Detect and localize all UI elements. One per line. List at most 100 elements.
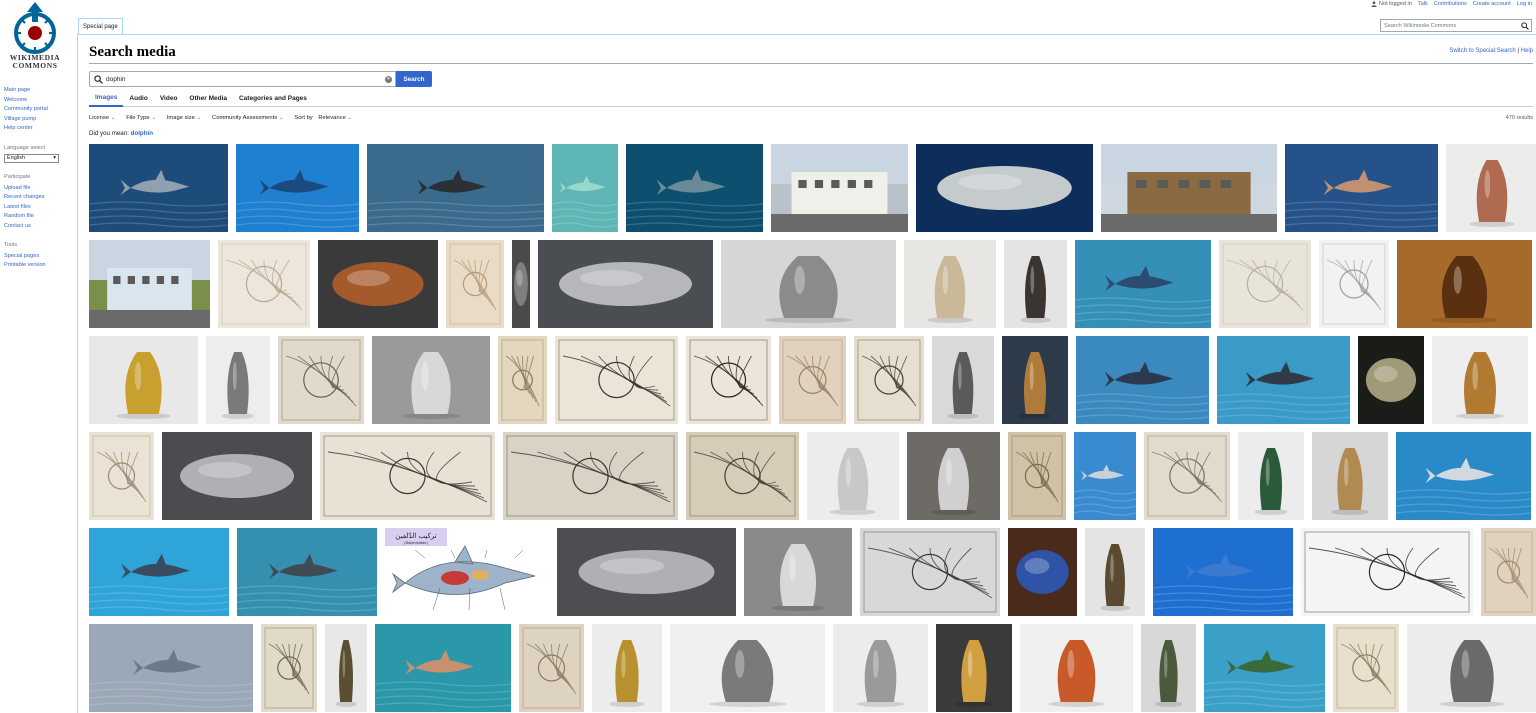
image-thumbnail[interactable]: [1219, 240, 1311, 328]
clear-icon[interactable]: ✕: [385, 76, 392, 83]
help-link[interactable]: Help: [1521, 48, 1533, 54]
image-thumbnail[interactable]: [375, 624, 511, 712]
image-thumbnail[interactable]: [779, 336, 846, 424]
image-thumbnail[interactable]: [519, 624, 584, 712]
image-thumbnail[interactable]: [552, 144, 618, 232]
did-you-mean-suggestion[interactable]: dolphin: [131, 130, 153, 137]
top-search-input[interactable]: Search Wikimedia Commons: [1380, 19, 1532, 32]
sidebar-item-latest-files[interactable]: Latest files: [4, 203, 74, 213]
create-account-link[interactable]: Create account: [1473, 1, 1511, 7]
image-thumbnail[interactable]: [503, 432, 678, 520]
tab-images[interactable]: Images: [89, 90, 124, 107]
sidebar-item-village-pump[interactable]: Village pump: [4, 115, 74, 125]
image-thumbnail[interactable]: [1144, 432, 1230, 520]
sidebar-item-printable-version[interactable]: Printable version: [4, 261, 74, 271]
image-thumbnail[interactable]: [1481, 528, 1536, 616]
search-icon[interactable]: [1521, 22, 1529, 30]
image-thumbnail[interactable]: [833, 624, 928, 712]
image-thumbnail[interactable]: [236, 144, 359, 232]
image-thumbnail[interactable]: [89, 528, 229, 616]
sidebar-item-help-center[interactable]: Help center: [4, 124, 74, 134]
tab-categories-and-pages[interactable]: Categories and Pages: [233, 90, 313, 107]
image-thumbnail[interactable]: [1074, 432, 1136, 520]
tab-video[interactable]: Video: [154, 90, 184, 107]
tab-special-page[interactable]: Special page: [78, 18, 123, 35]
image-thumbnail[interactable]: [1153, 528, 1293, 616]
image-thumbnail[interactable]: [686, 432, 799, 520]
image-thumbnail[interactable]: [936, 624, 1012, 712]
image-thumbnail[interactable]: تركيب الدّلفين (Dolphinidae): [385, 528, 549, 616]
image-thumbnail[interactable]: [807, 432, 899, 520]
image-thumbnail[interactable]: [1217, 336, 1350, 424]
image-thumbnail[interactable]: [1432, 336, 1528, 424]
image-thumbnail[interactable]: [89, 240, 210, 328]
image-thumbnail[interactable]: [1141, 624, 1196, 712]
tab-audio[interactable]: Audio: [123, 90, 153, 107]
sidebar-item-special-pages[interactable]: Special pages: [4, 252, 74, 262]
image-thumbnail[interactable]: [1238, 432, 1304, 520]
image-thumbnail[interactable]: [592, 624, 662, 712]
image-thumbnail[interactable]: [1285, 144, 1438, 232]
image-size-filter[interactable]: Image size ⌄: [167, 115, 201, 121]
image-thumbnail[interactable]: [721, 240, 896, 328]
image-thumbnail[interactable]: [320, 432, 495, 520]
language-select[interactable]: English ▾: [4, 154, 59, 163]
image-thumbnail[interactable]: [1312, 432, 1388, 520]
license-filter[interactable]: License ⌄: [89, 115, 115, 121]
image-thumbnail[interactable]: [512, 240, 530, 328]
image-thumbnail[interactable]: [538, 240, 713, 328]
image-thumbnail[interactable]: [860, 528, 1000, 616]
image-thumbnail[interactable]: [278, 336, 364, 424]
image-thumbnail[interactable]: [1301, 528, 1473, 616]
image-thumbnail[interactable]: [1333, 624, 1399, 712]
contributions-link[interactable]: Contributions: [1434, 1, 1467, 7]
sidebar-item-welcome[interactable]: Welcome: [4, 96, 74, 106]
image-thumbnail[interactable]: [557, 528, 736, 616]
image-thumbnail[interactable]: [89, 432, 154, 520]
image-thumbnail[interactable]: [854, 336, 924, 424]
image-thumbnail[interactable]: [1396, 432, 1531, 520]
image-thumbnail[interactable]: [498, 336, 547, 424]
search-button[interactable]: Search: [396, 71, 432, 87]
image-thumbnail[interactable]: [932, 336, 994, 424]
image-thumbnail[interactable]: [1020, 624, 1133, 712]
site-logo[interactable]: WIKIMEDIA COMMONS: [6, 0, 64, 78]
image-thumbnail[interactable]: [89, 336, 198, 424]
image-thumbnail[interactable]: [1101, 144, 1277, 232]
image-thumbnail[interactable]: [1204, 624, 1325, 712]
sidebar-item-main-page[interactable]: Main page: [4, 86, 74, 96]
image-thumbnail[interactable]: [916, 144, 1093, 232]
image-thumbnail[interactable]: [744, 528, 852, 616]
image-thumbnail[interactable]: [686, 336, 771, 424]
community-assessments-filter[interactable]: Community Assessments ⌄: [212, 115, 283, 121]
image-thumbnail[interactable]: [1076, 336, 1209, 424]
image-thumbnail[interactable]: [318, 240, 438, 328]
image-thumbnail[interactable]: [670, 624, 825, 712]
media-search-input[interactable]: dophin ✕: [89, 71, 396, 87]
talk-link[interactable]: Talk: [1418, 1, 1428, 7]
image-thumbnail[interactable]: [89, 624, 253, 712]
image-thumbnail[interactable]: [1358, 336, 1424, 424]
sort-dropdown[interactable]: Sort by Relevance ⌄: [294, 115, 352, 121]
image-thumbnail[interactable]: [771, 144, 908, 232]
image-thumbnail[interactable]: [446, 240, 504, 328]
sidebar-item-contact-us[interactable]: Contact us: [4, 222, 74, 232]
sidebar-item-community-portal[interactable]: Community portal: [4, 105, 74, 115]
sidebar-item-recent-changes[interactable]: Recent changes: [4, 193, 74, 203]
image-thumbnail[interactable]: [1085, 528, 1145, 616]
tab-other-media[interactable]: Other Media: [183, 90, 233, 107]
file-type-filter[interactable]: File Type ⌄: [126, 115, 156, 121]
image-thumbnail[interactable]: [1075, 240, 1211, 328]
image-thumbnail[interactable]: [626, 144, 763, 232]
image-thumbnail[interactable]: [372, 336, 490, 424]
image-thumbnail[interactable]: [1004, 240, 1067, 328]
image-thumbnail[interactable]: [1319, 240, 1389, 328]
sidebar-item-random-file[interactable]: Random file: [4, 212, 74, 222]
image-thumbnail[interactable]: [1008, 528, 1077, 616]
image-thumbnail[interactable]: [237, 528, 377, 616]
image-thumbnail[interactable]: [218, 240, 310, 328]
image-thumbnail[interactable]: [367, 144, 544, 232]
image-thumbnail[interactable]: [1407, 624, 1536, 712]
image-thumbnail[interactable]: [1008, 432, 1066, 520]
image-thumbnail[interactable]: [904, 240, 996, 328]
